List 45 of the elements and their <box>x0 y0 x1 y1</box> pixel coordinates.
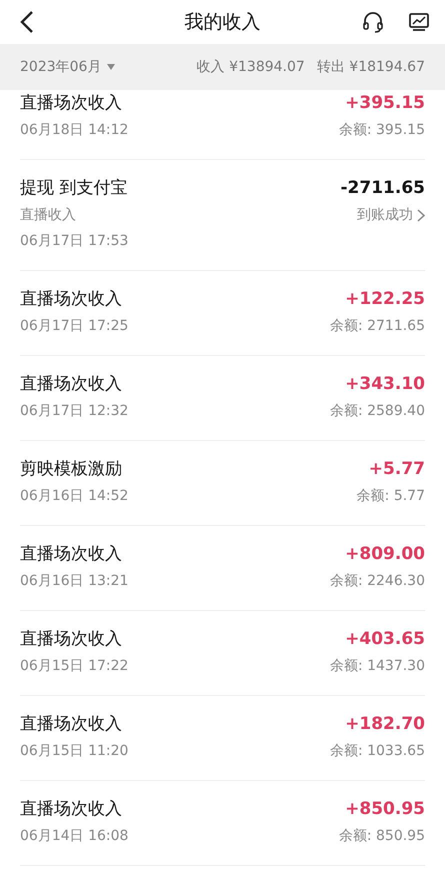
record-balance: 余额: 1033.65 <box>330 742 425 761</box>
record-date: 06月16日 14:52 <box>20 487 128 506</box>
record-balance: 余额: 395.15 <box>338 121 425 140</box>
record-amount: +343.10 <box>345 373 425 395</box>
record-balance: 余额: 850.95 <box>338 827 425 846</box>
record-balance: 余额: 2589.40 <box>330 402 425 421</box>
record-amount: -2711.65 <box>340 177 425 199</box>
record-balance: 余额: 2711.65 <box>330 317 425 336</box>
income-total: 收入 ¥13894.07 <box>196 58 305 76</box>
record-balance: 余额: 1437.30 <box>330 657 425 676</box>
record-title: 直播场次收入 <box>20 628 123 650</box>
record-date: 06月18日 14:12 <box>20 121 128 140</box>
record-balance: 余额: 2246.30 <box>330 572 425 591</box>
chart-icon[interactable] <box>407 10 431 34</box>
record-amount: +182.70 <box>345 713 425 735</box>
record-amount: +395.15 <box>345 92 425 114</box>
record-amount: +5.77 <box>368 458 425 480</box>
record-date: 06月14日 16:08 <box>20 827 128 846</box>
record-date: 06月15日 17:22 <box>20 657 128 676</box>
month-selector[interactable]: 2023年06月 <box>20 58 116 76</box>
record-title: 剪映模板激励 <box>20 458 123 480</box>
transfer-out-total: 转出 ¥18194.67 <box>316 58 425 76</box>
record-amount: +403.65 <box>345 628 425 650</box>
record-date: 06月16日 13:21 <box>20 572 128 591</box>
chevron-icon <box>417 208 425 222</box>
record-balance: 余额: 5.77 <box>356 487 425 506</box>
record-date: 06月17日 12:32 <box>20 402 128 421</box>
caret-icon <box>107 64 116 70</box>
record-title: 直播场次收入 <box>20 713 123 735</box>
record-amount: +850.95 <box>345 798 425 820</box>
record-amount: +122.25 <box>345 288 425 310</box>
record-date: 06月15日 11:20 <box>20 742 128 761</box>
record-date: 06月17日 17:53 <box>20 232 128 251</box>
status-link[interactable]: 到账成功 <box>357 205 425 225</box>
page-title: 我的收入 <box>184 11 260 33</box>
record-date: 06月17日 17:25 <box>20 317 128 336</box>
record-amount: +809.00 <box>345 543 425 565</box>
record-title: 直播场次收入 <box>20 373 123 395</box>
record-title: 直播场次收入 <box>20 92 123 114</box>
record-title: 直播场次收入 <box>20 288 123 310</box>
record-source: 直播收入 <box>20 206 77 225</box>
headset-icon[interactable] <box>361 10 385 34</box>
record-title: 提现 到支付宝 <box>20 177 128 199</box>
record-title: 直播场次收入 <box>20 798 123 820</box>
record-title: 直播场次收入 <box>20 543 123 565</box>
